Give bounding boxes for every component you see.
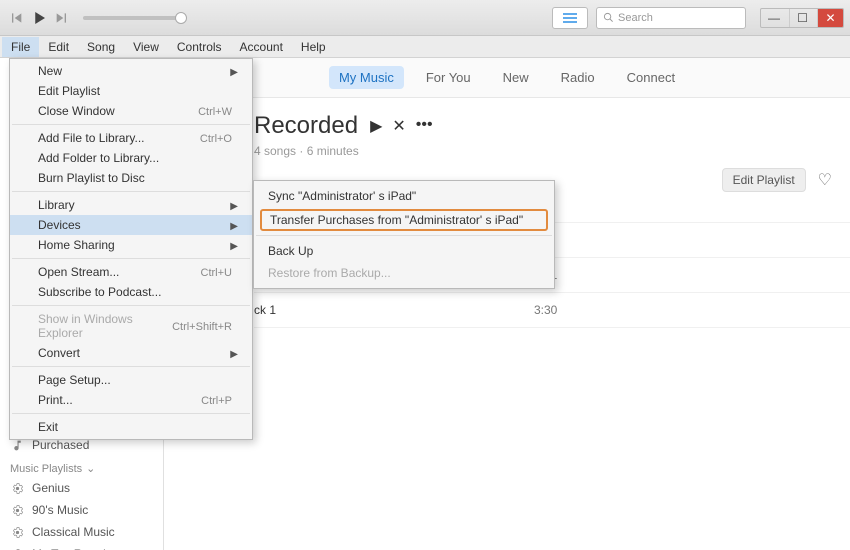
tab-radio[interactable]: Radio (551, 66, 605, 89)
shuffle-icon[interactable]: ✕ (392, 116, 405, 136)
menu-item-home-sharing[interactable]: Home Sharing▶ (10, 235, 252, 255)
tab-connect[interactable]: Connect (617, 66, 685, 89)
menu-item-add-file-to-library[interactable]: Add File to Library...Ctrl+O (10, 128, 252, 148)
submenu-item-sync-administrator-s-ipad[interactable]: Sync "Administrator' s iPad" (254, 185, 554, 207)
menu-item-show-in-windows-explorer: Show in Windows ExplorerCtrl+Shift+R (10, 309, 252, 343)
edit-playlist-button[interactable]: Edit Playlist (722, 168, 806, 192)
shortcut-label: Ctrl+O (200, 133, 232, 145)
tab-for-you[interactable]: For You (416, 66, 481, 89)
tab-new[interactable]: New (493, 66, 539, 89)
sidebar-item-classical-music[interactable]: Classical Music (0, 521, 163, 543)
chevron-down-icon: ⌄ (86, 462, 95, 475)
gear-icon (10, 503, 24, 517)
sidebar-item-90-s-music[interactable]: 90's Music (0, 499, 163, 521)
file-menu-dropdown: New▶Edit PlaylistClose WindowCtrl+W Add F… (9, 58, 253, 440)
menu-controls[interactable]: Controls (168, 37, 231, 57)
menu-edit[interactable]: Edit (39, 37, 78, 57)
minimize-button[interactable]: — (761, 9, 787, 27)
menu-item-close-window[interactable]: Close WindowCtrl+W (10, 101, 252, 121)
close-button[interactable]: ✕ (817, 9, 843, 27)
next-track-button[interactable] (52, 8, 72, 28)
submenu-item-back-up[interactable]: Back Up (254, 240, 554, 262)
gear-icon (10, 525, 24, 539)
submenu-arrow-icon: ▶ (230, 221, 238, 232)
track-time: 3:30 (534, 303, 594, 317)
track-row[interactable]: ck 13:30 (254, 293, 850, 328)
playlist-title: Recorded (254, 112, 358, 140)
menu-item-convert[interactable]: Convert▶ (10, 343, 252, 363)
submenu-arrow-icon: ▶ (230, 349, 238, 360)
menu-item-edit-playlist[interactable]: Edit Playlist (10, 81, 252, 101)
search-input[interactable]: Search (596, 7, 746, 29)
menu-item-library[interactable]: Library▶ (10, 195, 252, 215)
submenu-arrow-icon: ▶ (230, 201, 238, 212)
menu-item-burn-playlist-to-disc[interactable]: Burn Playlist to Disc (10, 168, 252, 188)
list-view-button[interactable] (552, 7, 588, 29)
menu-view[interactable]: View (124, 37, 168, 57)
maximize-button[interactable]: ☐ (789, 9, 815, 27)
menu-item-subscribe-to-podcast[interactable]: Subscribe to Podcast... (10, 282, 252, 302)
shortcut-label: Ctrl+Shift+R (172, 321, 232, 333)
menu-item-new[interactable]: New▶ (10, 61, 252, 81)
menu-item-exit[interactable]: Exit (10, 417, 252, 437)
gear-icon (10, 481, 24, 495)
favorite-icon[interactable]: ♡ (818, 170, 832, 190)
sidebar-item-my-top-rated[interactable]: My Top Rated (0, 543, 163, 550)
menu-help[interactable]: Help (292, 37, 335, 57)
volume-slider[interactable] (83, 16, 183, 20)
submenu-item-restore-from-backup: Restore from Backup... (254, 262, 554, 284)
nav-tabs: My Music For You New Radio Connect (164, 58, 850, 98)
menu-item-devices[interactable]: Devices▶ (10, 215, 252, 235)
more-icon[interactable]: ••• (416, 116, 433, 136)
track-name: ck 1 (254, 303, 534, 317)
menu-account[interactable]: Account (231, 37, 292, 57)
menu-item-print[interactable]: Print...Ctrl+P (10, 390, 252, 410)
play-button[interactable] (29, 8, 49, 28)
menu-item-add-folder-to-library[interactable]: Add Folder to Library... (10, 148, 252, 168)
menu-song[interactable]: Song (78, 37, 124, 57)
shortcut-label: Ctrl+W (198, 106, 232, 118)
sidebar-item-genius[interactable]: Genius (0, 477, 163, 499)
submenu-arrow-icon: ▶ (230, 67, 238, 78)
submenu-item-transfer-purchases-from-administrator-s-ipad[interactable]: Transfer Purchases from "Administrator' … (260, 209, 548, 231)
menu-item-page-setup[interactable]: Page Setup... (10, 370, 252, 390)
playlist-meta: 4 songs · 6 minutes (254, 144, 850, 158)
menu-file[interactable]: File (2, 37, 39, 57)
shortcut-label: Ctrl+U (201, 267, 232, 279)
tab-my-music[interactable]: My Music (329, 66, 404, 89)
play-icon[interactable]: ▶ (370, 116, 382, 136)
submenu-arrow-icon: ▶ (230, 241, 238, 252)
menubar: FileEditSongViewControlsAccountHelp (0, 36, 850, 58)
devices-submenu: Sync "Administrator' s iPad"Transfer Pur… (253, 180, 555, 289)
menu-item-open-stream[interactable]: Open Stream...Ctrl+U (10, 262, 252, 282)
search-placeholder: Search (618, 12, 653, 24)
music-note-icon (10, 438, 24, 452)
sidebar-header-music-playlists[interactable]: Music Playlists ⌄ (0, 456, 163, 477)
prev-track-button[interactable] (6, 8, 26, 28)
shortcut-label: Ctrl+P (201, 395, 232, 407)
